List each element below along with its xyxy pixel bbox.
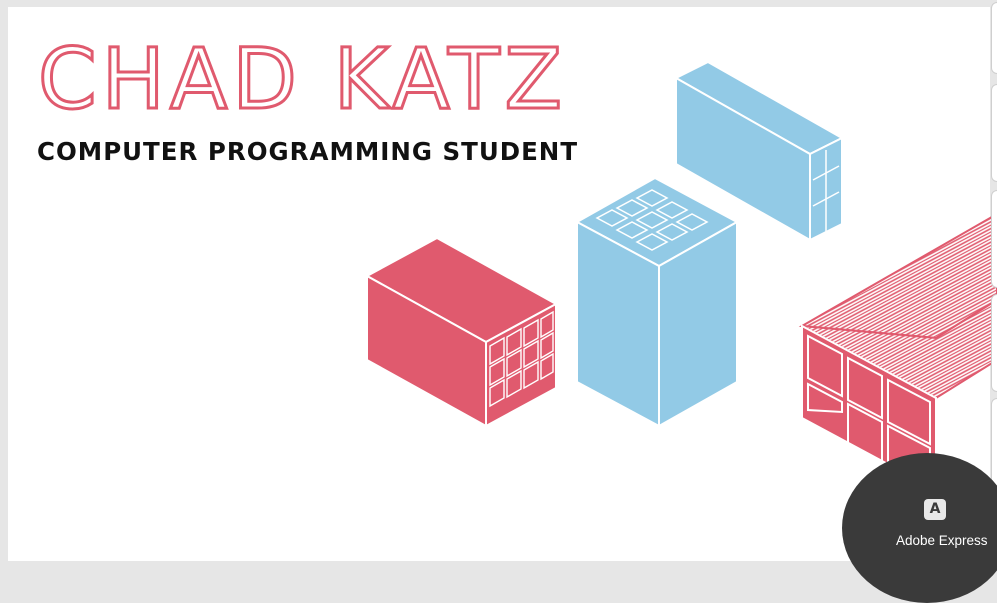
side-panel-button-3[interactable] [991, 190, 997, 288]
side-panel-button-1[interactable] [991, 2, 997, 74]
red-brick-left [364, 236, 559, 428]
side-panel-button-4[interactable] [991, 294, 997, 392]
isometric-bricks-illustration [364, 60, 997, 492]
side-panel-button-2[interactable] [991, 84, 997, 182]
adobe-express-badge[interactable] [842, 453, 997, 603]
adobe-express-icon[interactable]: A [924, 499, 946, 520]
blue-tall-block [574, 176, 740, 428]
red-brick-right [798, 212, 997, 492]
adobe-express-label[interactable]: Adobe Express [896, 533, 988, 548]
